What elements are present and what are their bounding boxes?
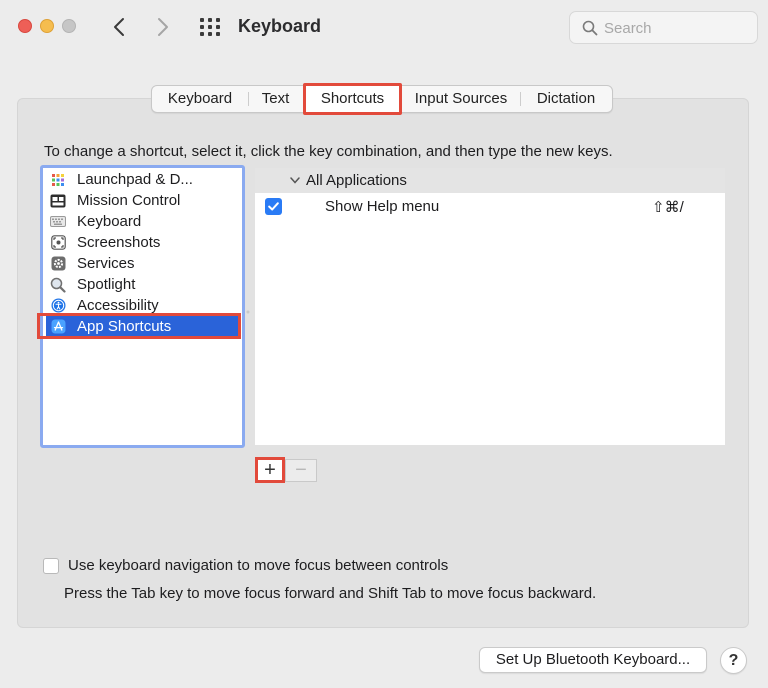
app-store-icon <box>50 319 66 335</box>
forward-button[interactable] <box>152 14 174 40</box>
category-label: Keyboard <box>77 213 142 230</box>
window-title: Keyboard <box>238 16 322 36</box>
group-label: All Applications <box>306 172 407 189</box>
category-label: Services <box>77 255 135 272</box>
chevron-left-icon <box>114 18 124 36</box>
category-keyboard[interactable]: Keyboard <box>46 211 239 232</box>
category-services[interactable]: Services <box>46 253 239 274</box>
shortcut-category-list[interactable]: Launchpad & D... Mission Control Keyboar… <box>40 165 245 448</box>
screenshots-icon <box>50 235 66 251</box>
chevron-down-icon[interactable] <box>290 177 300 184</box>
group-row-all-applications[interactable]: All Applications <box>255 168 725 193</box>
back-button[interactable] <box>108 14 130 40</box>
category-app-shortcuts[interactable]: App Shortcuts <box>46 316 239 337</box>
search-input[interactable] <box>604 18 749 38</box>
spotlight-magnifier-icon <box>50 277 66 293</box>
shortcut-keys[interactable]: ⇧⌘/ <box>652 198 684 216</box>
zoom-window-button[interactable] <box>62 19 76 33</box>
category-label: Launchpad & D... <box>77 171 193 188</box>
checkmark-icon <box>268 202 279 211</box>
keyboard-icon <box>50 214 66 230</box>
shortcut-enabled-checkbox[interactable] <box>265 198 282 215</box>
tab-bar: Keyboard Text Shortcuts Input Sources Di… <box>151 83 613 115</box>
category-spotlight[interactable]: Spotlight <box>46 274 239 295</box>
close-window-button[interactable] <box>18 19 32 33</box>
category-screenshots[interactable]: Screenshots <box>46 232 239 253</box>
help-button[interactable]: ? <box>720 647 747 674</box>
instruction-text: To change a shortcut, select it, click t… <box>44 143 613 160</box>
category-launchpad[interactable]: Launchpad & D... <box>46 169 239 190</box>
chevron-right-icon <box>158 18 168 36</box>
tab-dictation[interactable]: Dictation <box>520 86 612 112</box>
mission-control-icon <box>50 193 66 209</box>
keyboard-navigation-label[interactable]: Use keyboard navigation to move focus be… <box>68 557 448 574</box>
category-label: Screenshots <box>77 234 161 251</box>
keyboard-navigation-checkbox[interactable] <box>43 558 59 574</box>
category-accessibility[interactable]: Accessibility <box>46 295 239 316</box>
splitter-handle[interactable] <box>246 303 250 314</box>
grid-icon <box>200 18 220 36</box>
search-icon <box>582 20 598 41</box>
minimize-window-button[interactable] <box>40 19 54 33</box>
search-field[interactable] <box>569 11 758 44</box>
keyboard-navigation-help-text: Press the Tab key to move focus forward … <box>64 585 597 602</box>
setup-bluetooth-keyboard-button[interactable]: Set Up Bluetooth Keyboard... <box>479 647 707 673</box>
category-label: Spotlight <box>77 276 136 293</box>
category-label: Accessibility <box>77 297 159 314</box>
shortcut-row[interactable]: Show Help menu ⇧⌘/ <box>255 196 725 218</box>
category-label: Mission Control <box>77 192 181 209</box>
services-gear-icon <box>50 256 66 272</box>
add-shortcut-button[interactable]: + <box>255 457 285 483</box>
category-mission-control[interactable]: Mission Control <box>46 190 239 211</box>
shortcut-name[interactable]: Show Help menu <box>325 198 439 215</box>
launchpad-icon <box>50 172 66 188</box>
show-all-button[interactable] <box>198 16 222 38</box>
shortcuts-table[interactable]: All Applications Show Help menu ⇧⌘/ <box>255 168 725 445</box>
tab-text[interactable]: Text <box>248 86 303 112</box>
tab-keyboard[interactable]: Keyboard <box>152 86 248 112</box>
accessibility-icon <box>50 298 66 314</box>
tab-shortcuts[interactable]: Shortcuts <box>303 83 402 115</box>
title-bar: Keyboard <box>0 0 768 56</box>
tab-input-sources[interactable]: Input Sources <box>402 86 520 112</box>
category-label: App Shortcuts <box>77 318 172 335</box>
remove-shortcut-button[interactable]: − <box>285 459 317 482</box>
